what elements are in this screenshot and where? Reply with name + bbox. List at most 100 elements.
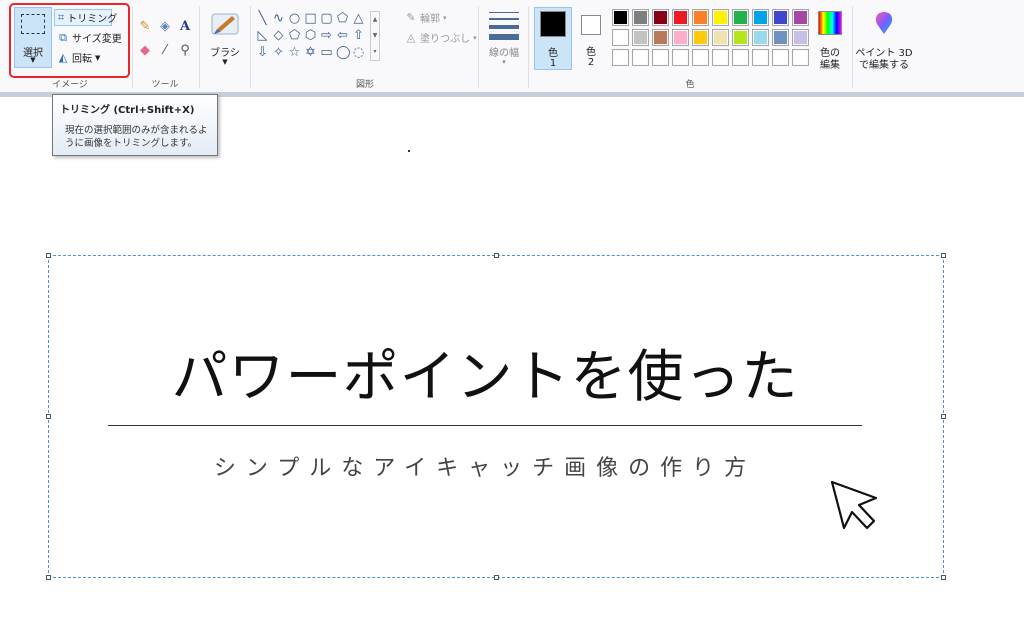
color2-label: 色 (586, 47, 596, 58)
line-shape-icon[interactable]: ╲ (256, 12, 269, 25)
five-point-star-shape-icon[interactable]: ☆ (288, 46, 301, 59)
four-point-star-shape-icon[interactable]: ✧ (272, 46, 285, 59)
color1-number: 1 (549, 58, 557, 69)
curve-shape-icon[interactable]: ∿ (272, 12, 285, 25)
palette-swatch[interactable] (632, 49, 649, 66)
text-tool-icon[interactable]: A (176, 18, 194, 36)
resize-handle-bottom[interactable] (494, 575, 499, 580)
brush-button[interactable]: ブラシ ▼ (204, 8, 246, 70)
palette-swatch[interactable] (652, 49, 669, 66)
right-triangle-shape-icon[interactable]: ◺ (256, 29, 269, 42)
resize-handle-left[interactable] (46, 414, 51, 419)
color-picker-icon[interactable]: ⁄ (156, 42, 174, 60)
color1-button[interactable]: 色 1 (534, 7, 572, 70)
oval-shape-icon[interactable]: ○ (288, 12, 301, 25)
separator (528, 6, 529, 88)
colors-group-label: 色 (685, 80, 695, 90)
palette-swatch[interactable] (772, 29, 789, 46)
line-width-button[interactable]: 線の幅 ▾ (484, 8, 524, 70)
diamond-shape-icon[interactable]: ◇ (272, 29, 285, 42)
palette-swatch[interactable] (712, 9, 729, 26)
outline-button[interactable]: ✎ 輪郭 ▾ (402, 9, 450, 26)
palette-swatch[interactable] (792, 29, 809, 46)
palette-swatch[interactable] (772, 49, 789, 66)
separator (478, 6, 479, 88)
resize-handle-bottom-left[interactable] (46, 575, 51, 580)
six-point-star-shape-icon[interactable]: ✡ (304, 46, 317, 59)
palette-swatch[interactable] (692, 9, 709, 26)
cloud-callout-shape-icon[interactable]: ◌ (352, 46, 365, 59)
edit-colors-button[interactable]: 色の 編集 (814, 8, 846, 71)
palette-swatch[interactable] (692, 29, 709, 46)
rectangle-shape-icon[interactable]: □ (304, 12, 317, 25)
shapes-scrollbar[interactable]: ▲ ▼ ▾ (370, 11, 380, 61)
chevron-down-icon: ▾ (502, 58, 506, 66)
color1-swatch (540, 11, 566, 37)
resize-handle-top-right[interactable] (941, 253, 946, 258)
chevron-down-icon: ▾ (473, 33, 477, 42)
fill-button[interactable]: ◬ 塗りつぶし ▾ (402, 29, 480, 46)
paint-window: 選択 ▼ ⌗ トリミング ⧉ サイズ変更 ◭ 回転 ▼ イメージ ✎ ◈ A ◆… (0, 0, 1024, 643)
left-arrow-shape-icon[interactable]: ⇦ (336, 29, 349, 42)
triangle-shape-icon[interactable]: △ (352, 12, 365, 25)
palette-swatch[interactable] (692, 49, 709, 66)
pentagon-shape-icon[interactable]: ⬠ (288, 29, 301, 42)
highlight-box (9, 3, 130, 78)
chevron-down-icon: ▾ (443, 13, 447, 22)
palette-swatch[interactable] (632, 29, 649, 46)
palette-swatch[interactable] (752, 49, 769, 66)
oval-callout-shape-icon[interactable]: ◯ (336, 46, 351, 59)
palette-swatch[interactable] (652, 29, 669, 46)
palette-swatch[interactable] (772, 9, 789, 26)
rect-callout-shape-icon[interactable]: ▭ (320, 46, 333, 59)
color2-button[interactable]: 色 2 (576, 7, 606, 70)
palette-swatch[interactable] (672, 29, 689, 46)
down-arrow-shape-icon[interactable]: ⇩ (256, 46, 269, 59)
palette-swatch[interactable] (612, 29, 629, 46)
resize-handle-bottom-right[interactable] (941, 575, 946, 580)
palette-swatch[interactable] (752, 29, 769, 46)
separator (250, 6, 251, 88)
palette-swatch[interactable] (672, 49, 689, 66)
magnifier-icon[interactable]: ⚲ (176, 42, 194, 60)
palette-swatch[interactable] (732, 9, 749, 26)
trim-tooltip: トリミング (Ctrl+Shift+X) 現在の選択範囲のみが含まれるように画像… (52, 94, 218, 156)
palette-swatch[interactable] (652, 9, 669, 26)
separator (199, 6, 200, 88)
fill-bucket-icon[interactable]: ◈ (156, 18, 174, 36)
up-arrow-shape-icon[interactable]: ⇧ (352, 29, 365, 42)
canvas-title: パワーポイントを使った (171, 345, 799, 410)
image-group-label: イメージ (52, 80, 88, 90)
fill-label: 塗りつぶし (420, 34, 471, 45)
palette-swatch[interactable] (612, 49, 629, 66)
paint3d-label-2: で編集する (859, 60, 909, 71)
outline-label: 輪郭 (420, 14, 440, 25)
palette-swatch[interactable] (792, 49, 809, 66)
palette-swatch[interactable] (752, 9, 769, 26)
palette-swatch[interactable] (672, 9, 689, 26)
shapes-group-label: 図形 (355, 80, 374, 90)
right-arrow-shape-icon[interactable]: ⇨ (320, 29, 333, 42)
palette-swatch[interactable] (732, 49, 749, 66)
palette-swatch[interactable] (712, 29, 729, 46)
paint3d-button[interactable]: ペイント 3D で編集する (855, 8, 913, 71)
resize-handle-right[interactable] (941, 414, 946, 419)
hexagon-shape-icon[interactable]: ⬡ (304, 29, 317, 42)
palette-swatch[interactable] (612, 9, 629, 26)
resize-handle-top-left[interactable] (46, 253, 51, 258)
color2-number: 2 (587, 57, 595, 68)
pencil-icon[interactable]: ✎ (136, 18, 154, 36)
tooltip-description: 現在の選択範囲のみが含まれるように画像をトリミングします。 (65, 125, 208, 149)
polygon-shape-icon[interactable]: ⬠ (336, 12, 349, 25)
rounded-rectangle-shape-icon[interactable]: ▢ (320, 12, 333, 25)
palette-swatch[interactable] (732, 29, 749, 46)
color1-label: 色 (548, 48, 558, 59)
pointer-cursor-icon (830, 480, 878, 530)
selection-rectangle[interactable] (46, 253, 946, 580)
canvas-rule (108, 425, 862, 426)
resize-handle-top[interactable] (494, 253, 499, 258)
palette-swatch[interactable] (712, 49, 729, 66)
eraser-icon[interactable]: ◆ (136, 42, 154, 60)
palette-swatch[interactable] (792, 9, 809, 26)
palette-swatch[interactable] (632, 9, 649, 26)
